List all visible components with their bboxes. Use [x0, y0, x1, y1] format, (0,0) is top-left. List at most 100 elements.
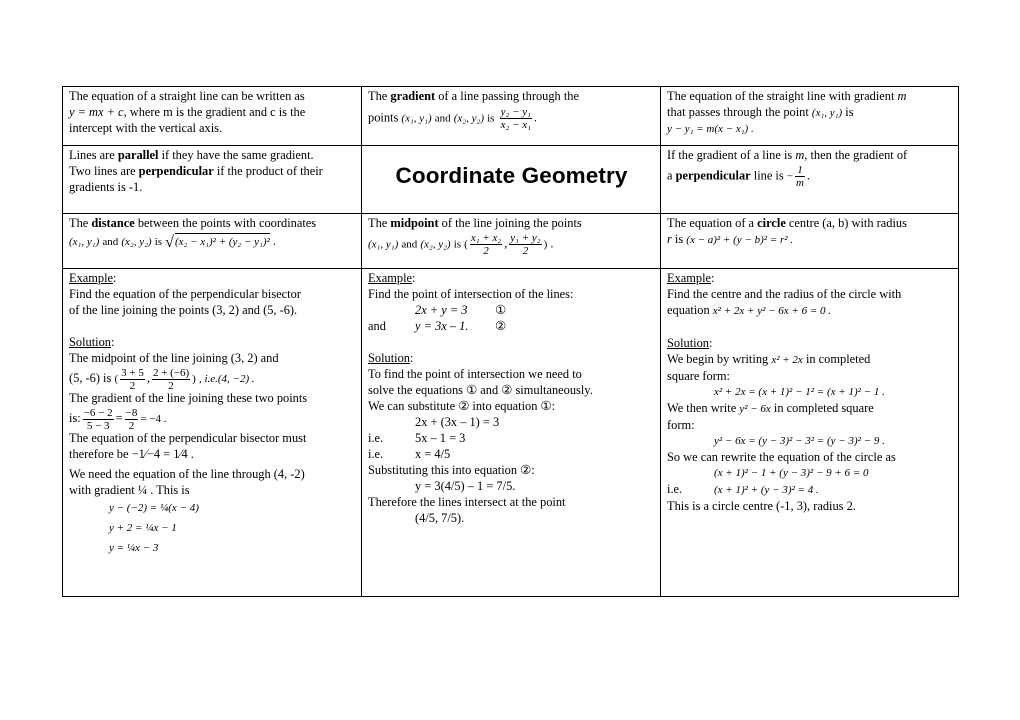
point-1: (x₁, y₁)	[69, 236, 100, 248]
example-circle: Example: Find the centre and the radius …	[661, 269, 960, 598]
keyword-gradient: gradient	[390, 89, 436, 103]
text: (5, -6) is	[69, 371, 112, 385]
text: .	[533, 110, 538, 125]
text-line: i.e. (x + 1)² + (y − 3)² = 4 .	[667, 481, 955, 498]
text-line: Substituting this into equation ②:	[368, 463, 535, 477]
text-line: therefore be −1⁄−4 = 1⁄4 .	[69, 446, 357, 466]
variable-m: m	[795, 148, 805, 162]
text-line: Therefore the lines intersect at the poi…	[368, 495, 566, 509]
text-line: (5, -6) is (3 + 52,2 + (−6) 2) , i.e.(4, …	[69, 366, 255, 392]
text-line: r is (x − a)² + (y − b)² = r² .	[667, 231, 955, 248]
text-line: is: −6 − 25 − 3 = −8 2 = −4 .	[69, 406, 167, 432]
gradient-cell: The gradient of a line passing through t…	[362, 87, 661, 146]
text: and	[368, 319, 386, 333]
text-line: Find the centre and the radius of the ci…	[667, 287, 902, 301]
point-1: (x₁, y₁)	[401, 112, 432, 125]
text: , where m is the gradient and c is the	[123, 105, 306, 119]
text-line: Find the equation of the perpendicular b…	[69, 287, 301, 301]
example-intersection: Example: Find the point of intersection …	[362, 269, 661, 598]
example-heading: Example:	[368, 271, 416, 285]
solution-step: i.e. x = 4/5	[368, 446, 656, 462]
variable-m: m	[897, 89, 907, 103]
text: Lines are	[69, 148, 118, 162]
solution-heading: Solution:	[368, 351, 414, 365]
distance-cell: The distance between the points with coo…	[63, 214, 362, 269]
text-line: Find the point of intersection of the li…	[368, 287, 574, 301]
keyword-midpoint: midpoint	[390, 216, 439, 230]
text-line: that passes through the point (x₁, y₁) i…	[667, 104, 955, 121]
text: The	[368, 216, 391, 230]
text-line: To find the point of intersection we nee…	[368, 367, 582, 381]
text-line: The equation of the perpendicular bisect…	[69, 431, 307, 445]
text-line: The equation of the straight line with g…	[667, 88, 955, 104]
equation-2: y = 3x – 1.	[415, 319, 469, 333]
text: and	[102, 236, 119, 248]
text: We begin by writing	[667, 352, 769, 366]
gradient-result: = −4 .	[140, 413, 167, 425]
completed-square-x: x² + 2x = (x + 1)² − 1² = (x + 1)² − 1 .	[714, 386, 885, 398]
point-gradient-cell: The equation of the straight line with g…	[661, 87, 960, 146]
text-line: of the line joining the points (3, 2) an…	[69, 303, 298, 317]
text: Two lines are	[69, 164, 139, 178]
keyword-distance: distance	[91, 216, 135, 230]
text-line: The distance between the points with coo…	[69, 215, 357, 231]
text: is	[154, 236, 163, 248]
gradient-formula: y₂ − y₁ x₂ − x₁	[499, 106, 532, 131]
solution-step: i.e. 5x – 1 = 3	[368, 430, 656, 446]
point-1: (x₁, y₁)	[811, 107, 843, 119]
denominator: x₂ − x₁	[500, 119, 531, 131]
keyword-parallel: parallel	[117, 148, 159, 162]
text: centre (a, b) with radius	[785, 216, 907, 230]
text: The equation of the straight line with g…	[667, 89, 898, 103]
denominator: m	[796, 177, 804, 189]
text-line: We need the equation of the line through…	[69, 467, 305, 481]
numerator: 2 + (−6)	[151, 366, 191, 380]
perpendicular-gradient: −1⁄−4 = 1⁄4 .	[131, 447, 194, 461]
text-line: points (x₁, y₁) and (x₂, y₂) is y₂ − y₁ x…	[368, 106, 656, 131]
numerator: y₂ − y₁	[499, 106, 532, 119]
point-2: (x₂, y₂)	[121, 236, 152, 248]
text: in completed	[805, 352, 871, 366]
solution-step: y + 2 = ¼x − 1	[109, 522, 177, 534]
text-line: square form:	[667, 369, 730, 383]
perpendicular-gradient-cell: If the gradient of a line is m, then the…	[661, 146, 960, 214]
text: If the gradient of a line is	[667, 148, 796, 162]
text-line: So we can rewrite the equation of the ci…	[667, 450, 896, 464]
gradient-fraction-2: −8 2	[124, 407, 139, 432]
solution-heading: Solution:	[69, 335, 115, 349]
solution-step: 2x + (3x – 1) = 3	[415, 415, 500, 429]
midpoint-result: , i.e.(4, −2) .	[198, 373, 255, 385]
midpoint-y: y₁ + y₂ 2	[509, 232, 542, 257]
intersection-point: (4/5, 7/5).	[415, 511, 465, 525]
point-2: (x₂, y₂)	[453, 112, 485, 125]
straight-line-cell: The equation of a straight line can be w…	[63, 87, 362, 146]
text: i.e.	[368, 447, 384, 461]
text-line: The midpoint of the line joining (3, 2) …	[69, 351, 279, 365]
text: equation	[667, 303, 710, 317]
circled-2-icon: ②	[495, 319, 507, 333]
numerator: y₁ + y₂	[509, 232, 542, 245]
equation-1: 2x + y = 3	[415, 303, 468, 317]
numerator: 3 + 5	[120, 366, 145, 380]
denominator: 2	[483, 245, 489, 257]
text: Example	[368, 271, 413, 285]
gradient-fraction-1: −6 − 25 − 3	[82, 407, 114, 432]
equation: y = mx + c	[69, 105, 124, 119]
point-gradient-equation: y − y₁ = m(x − x₁) .	[667, 123, 754, 135]
keyword-circle: circle	[757, 216, 786, 230]
circle-equation: (x − a)² + (y − b)² = r² .	[686, 234, 794, 246]
point-2: (x₂, y₂)	[420, 238, 451, 251]
text: is	[845, 105, 854, 119]
text-line: We then write y² − 6x in completed squar…	[667, 400, 955, 417]
expression: y² − 6x	[739, 403, 771, 415]
square-root-icon: √	[165, 234, 174, 251]
text: .	[272, 234, 277, 248]
solution-step: y = ¼x − 3	[109, 542, 159, 554]
text: Solution	[667, 336, 709, 350]
parallel-perpendicular-cell: Lines are parallel if they have the same…	[63, 146, 362, 214]
left-paren-icon: (	[464, 238, 468, 251]
page-title: Coordinate Geometry	[395, 163, 628, 188]
rewritten-equation: (x + 1)² − 1 + (y − 3)² − 9 + 6 = 0	[714, 467, 869, 479]
text-line: a perpendicular line is −1 m.	[667, 164, 955, 189]
text: 5x – 1 = 3	[415, 431, 466, 445]
